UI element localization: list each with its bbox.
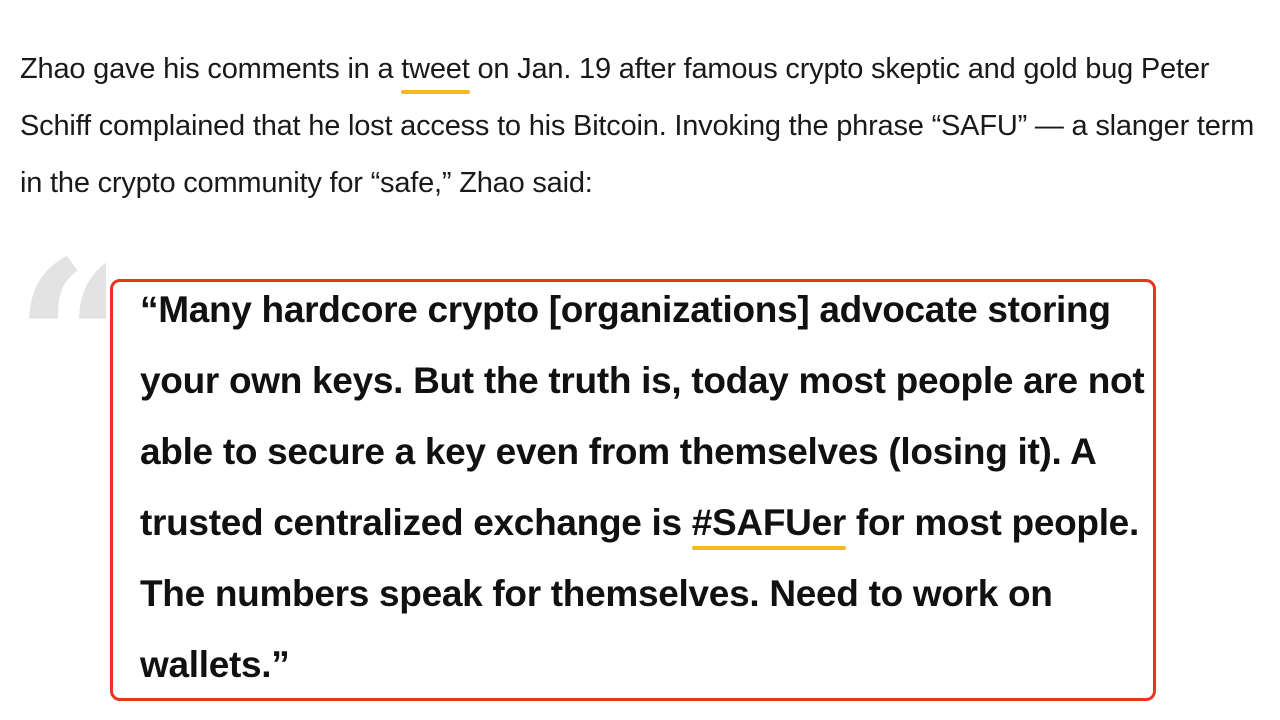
tweet-link[interactable]: tweet	[401, 41, 470, 98]
hashtag-link[interactable]: #SAFUer	[691, 487, 846, 558]
intro-text-start: Zhao gave his comments in a	[20, 53, 402, 85]
intro-paragraph: Zhao gave his comments in a tweet on Jan…	[20, 41, 1260, 212]
blockquote: “Many hardcore crypto [organizations] ad…	[140, 274, 1150, 700]
quote-mark-icon: “	[14, 232, 106, 352]
